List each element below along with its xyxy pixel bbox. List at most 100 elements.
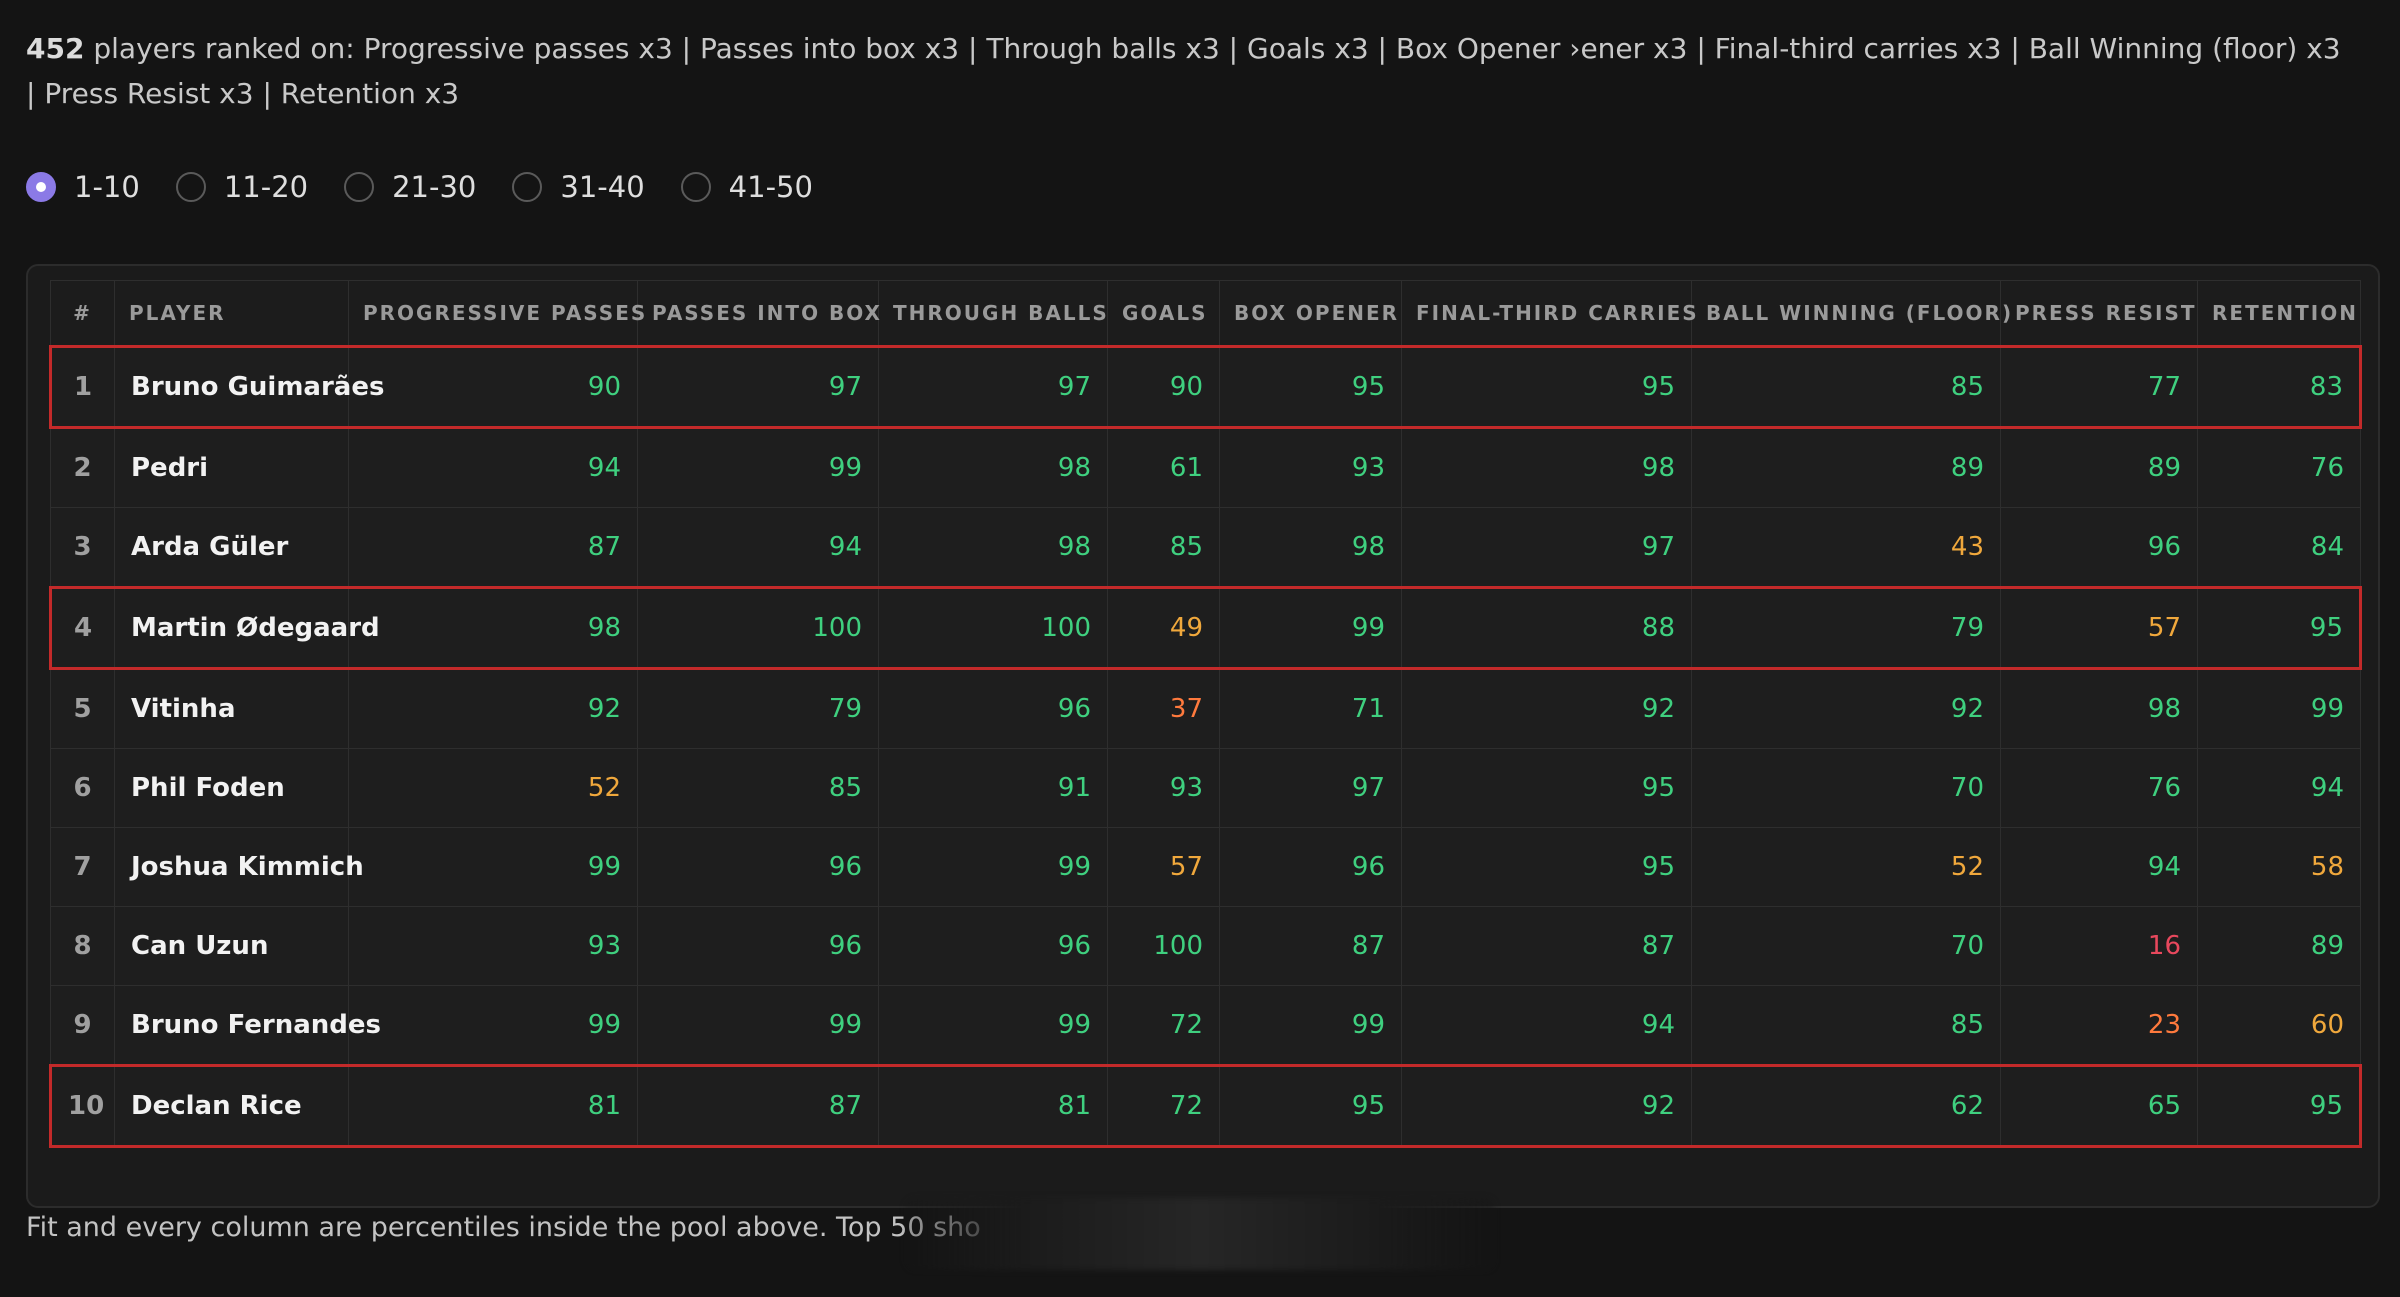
- percentile-cell: 52: [348, 748, 638, 828]
- column-header[interactable]: Box Opener: [1219, 280, 1402, 347]
- percentile-cell: 96: [878, 668, 1108, 749]
- percentile-cell: 94: [348, 427, 638, 508]
- radio-circle-icon[interactable]: [26, 172, 56, 202]
- percentile-cell: 97: [1219, 748, 1402, 828]
- page-range-radio-1-10[interactable]: 1-10: [26, 170, 140, 204]
- rank-cell: 3: [50, 507, 115, 588]
- player-name-cell: Pedri: [114, 427, 349, 508]
- percentile-cell: 37: [1107, 668, 1220, 749]
- percentile-cell: 94: [2000, 827, 2198, 907]
- rank-cell: 10: [49, 1064, 115, 1148]
- percentile-cell: 97: [878, 345, 1108, 429]
- percentile-cell: 87: [637, 1064, 879, 1148]
- percentile-cell: 76: [2197, 427, 2361, 508]
- table-row[interactable]: 8 Can Uzun 93 96 96 100 87 87 70 16 89: [50, 906, 2361, 986]
- percentile-cell: 96: [1219, 827, 1402, 907]
- column-header[interactable]: Through Balls: [878, 280, 1108, 347]
- player-name-cell: Bruno Fernandes: [114, 985, 381, 1066]
- percentile-cell: 99: [348, 985, 638, 1066]
- percentile-cell: 91: [878, 748, 1108, 828]
- rankings-panel: # Player Progressive Passes Passes Into Box…: [26, 264, 2380, 1208]
- table-row[interactable]: 2 Pedri 94 99 98 61 93 98 89 89 76: [50, 427, 2361, 508]
- radio-circle-icon[interactable]: [680, 172, 711, 202]
- percentile-cell: 95: [2197, 1064, 2362, 1148]
- page-range-radio-11-20[interactable]: 11-20: [175, 170, 308, 204]
- ranking-criteria: players ranked on: Progressive passes x3…: [26, 32, 2341, 110]
- table-row[interactable]: 4 Martin Ødegaard 98 100 100 49 99 88 79 57 95: [49, 586, 2362, 670]
- rank-cell: 7: [50, 827, 115, 907]
- page-range-radio-21-30[interactable]: 21-30: [344, 170, 476, 204]
- radio-circle-icon[interactable]: [512, 172, 543, 202]
- rank-cell: 9: [50, 985, 115, 1066]
- percentile-cell: 99: [1219, 586, 1402, 670]
- radio-label[interactable]: 11-20: [224, 170, 308, 204]
- percentile-cell: 99: [2197, 668, 2361, 749]
- column-header[interactable]: Final-Third Carries: [1401, 280, 1697, 347]
- percentile-cell: 92: [1691, 668, 2001, 749]
- player-name-cell: Vitinha: [114, 668, 349, 749]
- percentile-cell: 95: [1401, 827, 1692, 907]
- percentile-cell: 52: [1691, 827, 2001, 907]
- percentile-cell: 99: [878, 985, 1108, 1066]
- percentile-cell: 92: [1401, 1064, 1692, 1148]
- percentile-cell: 97: [1401, 507, 1692, 588]
- table-row[interactable]: 1 Bruno Guimarães 90 97 97 90 95 95 85 77 83: [49, 345, 2362, 429]
- percentile-cell: 93: [1107, 748, 1220, 828]
- page-range-radio-31-40[interactable]: 31-40: [512, 170, 645, 204]
- rank-cell: 8: [50, 906, 115, 986]
- table-row[interactable]: 3 Arda Güler 87 94 98 85 98 97 43 96 84: [50, 507, 2361, 588]
- column-header[interactable]: Player: [114, 280, 349, 347]
- player-name-cell: Joshua Kimmich: [114, 827, 364, 907]
- rank-cell: 1: [49, 345, 115, 429]
- percentile-cell: 49: [1107, 586, 1220, 670]
- column-header[interactable]: Retention: [2197, 280, 2361, 347]
- table-row[interactable]: 7 Joshua Kimmich 99 96 99 57 96 95 52 94 58: [50, 827, 2361, 907]
- radio-circle-icon[interactable]: [344, 172, 375, 202]
- percentile-cell: 92: [348, 668, 638, 749]
- percentile-cell: 70: [1691, 906, 2001, 986]
- player-name-cell: Declan Rice: [114, 1064, 349, 1148]
- percentile-cell: 60: [2197, 985, 2361, 1066]
- player-name-cell: Arda Güler: [114, 507, 349, 588]
- page-range-radio-41-50[interactable]: 41-50: [680, 170, 813, 204]
- percentile-cell: 99: [637, 985, 879, 1066]
- percentile-cell: 99: [637, 427, 879, 508]
- table-row[interactable]: 10 Declan Rice 81 87 81 72 95 92 62 65 95: [49, 1064, 2362, 1148]
- radio-label[interactable]: 41-50: [729, 170, 813, 204]
- table-row[interactable]: 5 Vitinha 92 79 96 37 71 92 92 98 99: [50, 668, 2361, 749]
- player-name-cell: Bruno Guimarães: [114, 345, 384, 429]
- percentile-cell: 89: [2000, 427, 2198, 508]
- percentile-cell: 88: [1401, 586, 1692, 670]
- column-header[interactable]: Progressive Passes: [348, 280, 645, 347]
- percentile-cell: 85: [1107, 507, 1220, 588]
- percentile-cell: 100: [1107, 906, 1220, 986]
- percentile-cell: 85: [1691, 985, 2001, 1066]
- column-header[interactable]: Ball Winning (Floor): [1691, 280, 2011, 347]
- rank-cell: 2: [50, 427, 115, 508]
- percentile-cell: 94: [637, 507, 879, 588]
- percentile-cell: 62: [1691, 1064, 2001, 1148]
- rank-cell: 4: [49, 586, 115, 670]
- percentile-cell: 85: [1691, 345, 2001, 429]
- percentile-cell: 95: [1401, 748, 1692, 828]
- percentile-cell: 100: [637, 586, 879, 670]
- percentile-cell: 77: [2000, 345, 2198, 429]
- percentile-cell: 94: [1401, 985, 1692, 1066]
- column-header[interactable]: Passes Into Box: [637, 280, 880, 347]
- column-header[interactable]: Goals: [1107, 280, 1220, 347]
- percentile-cell: 93: [348, 906, 638, 986]
- percentile-cell: 72: [1107, 1064, 1220, 1148]
- table-row[interactable]: 6 Phil Foden 52 85 91 93 97 95 70 76 94: [50, 748, 2361, 828]
- radio-label[interactable]: 21-30: [392, 170, 476, 204]
- column-header[interactable]: Press Resist: [2000, 280, 2198, 347]
- percentile-cell: 87: [1219, 906, 1402, 986]
- radio-label[interactable]: 1-10: [74, 170, 140, 204]
- percentile-cell: 57: [1107, 827, 1220, 907]
- table-row[interactable]: 9 Bruno Fernandes 99 99 99 72 99 94 85 23 60: [50, 985, 2361, 1066]
- radio-label[interactable]: 31-40: [560, 170, 644, 204]
- percentile-cell: 96: [878, 906, 1108, 986]
- radio-circle-icon[interactable]: [175, 172, 206, 202]
- percentile-cell: 99: [878, 827, 1108, 907]
- percentile-cell: 95: [1219, 345, 1402, 429]
- column-header[interactable]: #: [50, 280, 115, 347]
